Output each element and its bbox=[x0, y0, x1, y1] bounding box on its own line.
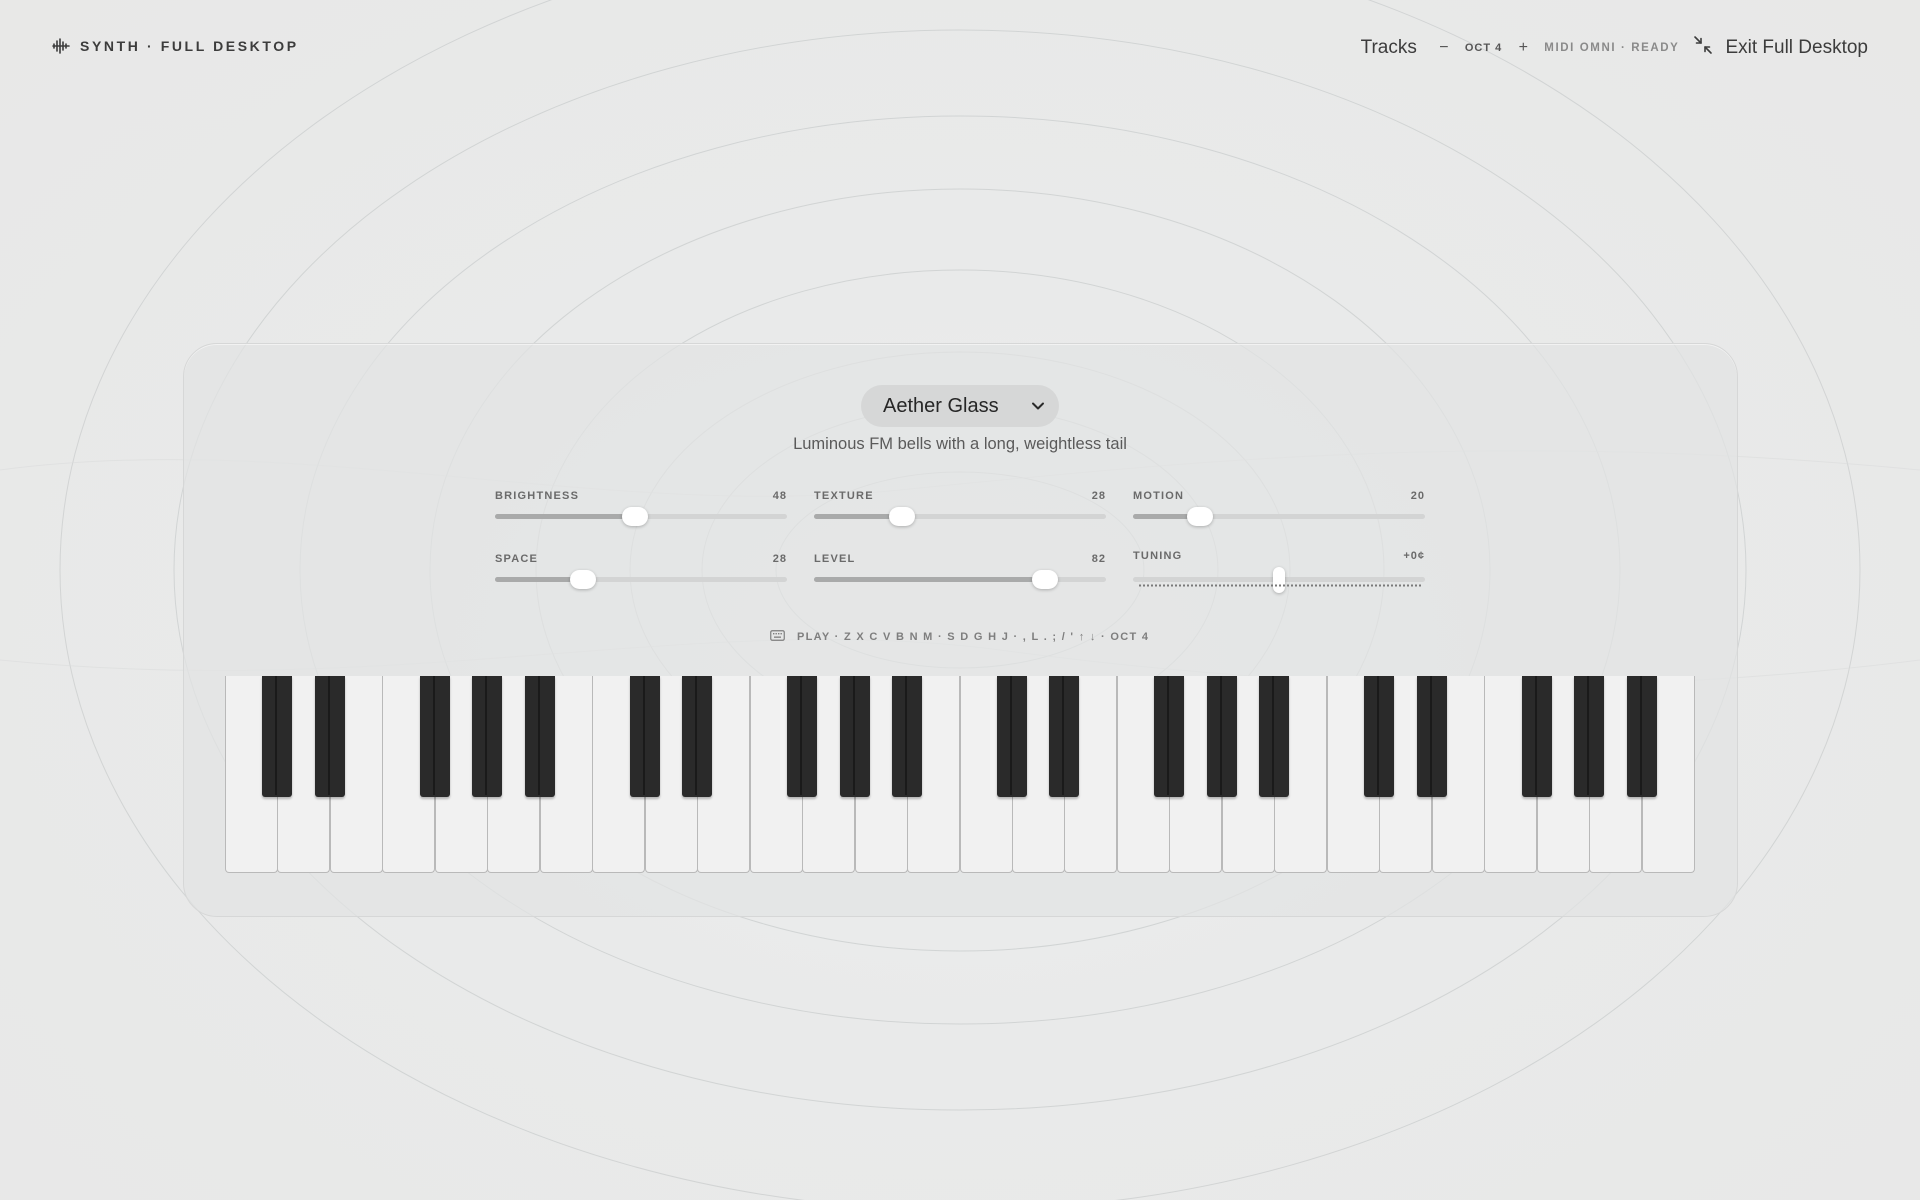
brand-title: SYNTH · FULL DESKTOP bbox=[80, 38, 299, 54]
brightness-label: BRIGHTNESS bbox=[495, 490, 580, 502]
space-control: SPACE 28 bbox=[495, 553, 787, 601]
midi-status: MIDI OMNI · READY bbox=[1544, 42, 1680, 54]
exit-label: Exit Full Desktop bbox=[1725, 37, 1868, 58]
black-key[interactable] bbox=[840, 676, 870, 797]
brightness-slider[interactable] bbox=[495, 507, 787, 526]
octave-up-button[interactable]: + bbox=[1514, 39, 1532, 57]
tuning-thumb[interactable] bbox=[1273, 567, 1285, 593]
black-key[interactable] bbox=[420, 676, 450, 797]
black-key[interactable] bbox=[787, 676, 817, 797]
black-key[interactable] bbox=[262, 676, 292, 797]
top-controls: Tracks − OCT 4 + MIDI OMNI · READY Exit … bbox=[1361, 30, 1868, 66]
tuning-value: +0¢ bbox=[1403, 550, 1425, 562]
level-value: 82 bbox=[1091, 553, 1106, 565]
octave-down-button[interactable]: − bbox=[1435, 39, 1453, 57]
tuning-scale bbox=[1139, 584, 1421, 587]
texture-control: TEXTURE 28 bbox=[814, 490, 1106, 538]
top-bar: SYNTH · FULL DESKTOP Tracks − OCT 4 + MI… bbox=[0, 0, 1920, 96]
texture-slider[interactable] bbox=[814, 507, 1106, 526]
black-key[interactable] bbox=[1259, 676, 1289, 797]
brightness-thumb[interactable] bbox=[622, 507, 648, 526]
exit-full-desktop-button[interactable]: Exit Full Desktop bbox=[1693, 35, 1868, 61]
level-label: LEVEL bbox=[814, 553, 856, 565]
black-key[interactable] bbox=[1364, 676, 1394, 797]
black-key[interactable] bbox=[315, 676, 345, 797]
motion-label: MOTION bbox=[1133, 490, 1185, 502]
preset-name: Aether Glass bbox=[883, 394, 999, 417]
level-slider[interactable] bbox=[814, 570, 1106, 589]
black-key[interactable] bbox=[997, 676, 1027, 797]
brightness-fill bbox=[495, 514, 635, 519]
motion-control: MOTION 20 bbox=[1133, 490, 1425, 538]
black-key[interactable] bbox=[1154, 676, 1184, 797]
black-key[interactable] bbox=[472, 676, 502, 797]
space-label: SPACE bbox=[495, 553, 539, 565]
black-key[interactable] bbox=[1627, 676, 1657, 797]
collapse-arrows-icon bbox=[1693, 35, 1713, 61]
black-key[interactable] bbox=[1417, 676, 1447, 797]
motion-slider[interactable] bbox=[1133, 507, 1425, 526]
level-thumb[interactable] bbox=[1032, 570, 1058, 589]
level-control: LEVEL 82 bbox=[814, 553, 1106, 601]
keyboard-icon bbox=[770, 630, 785, 644]
motion-thumb[interactable] bbox=[1187, 507, 1213, 526]
brand: SYNTH · FULL DESKTOP bbox=[52, 38, 299, 54]
tuning-slider[interactable] bbox=[1133, 567, 1425, 593]
tuning-label: TUNING bbox=[1133, 550, 1183, 562]
tracks-link[interactable]: Tracks bbox=[1361, 37, 1417, 59]
preset-description: Luminous FM bells with a long, weightles… bbox=[793, 435, 1127, 453]
waveform-icon bbox=[52, 38, 70, 54]
piano-keyboard bbox=[225, 676, 1695, 875]
black-key[interactable] bbox=[1522, 676, 1552, 797]
space-value: 28 bbox=[772, 553, 787, 565]
black-key[interactable] bbox=[525, 676, 555, 797]
space-thumb[interactable] bbox=[570, 570, 596, 589]
space-slider[interactable] bbox=[495, 570, 787, 589]
black-key[interactable] bbox=[1207, 676, 1237, 797]
texture-value: 28 bbox=[1091, 490, 1106, 502]
brightness-control: BRIGHTNESS 48 bbox=[495, 490, 787, 538]
preset-select[interactable]: Aether Glass bbox=[861, 385, 1059, 427]
keyboard-hint: PLAY · Z X C V B N M · S D G H J · , L .… bbox=[770, 630, 1149, 644]
motion-value: 20 bbox=[1410, 490, 1425, 502]
chevron-down-icon bbox=[1031, 399, 1045, 418]
texture-label: TEXTURE bbox=[814, 490, 874, 502]
tuning-control: TUNING +0¢ bbox=[1133, 550, 1425, 598]
black-key[interactable] bbox=[630, 676, 660, 797]
keyboard-hint-text: PLAY · Z X C V B N M · S D G H J · , L .… bbox=[797, 631, 1150, 643]
black-key[interactable] bbox=[682, 676, 712, 797]
texture-thumb[interactable] bbox=[889, 507, 915, 526]
level-fill bbox=[814, 577, 1045, 582]
synth-stage: SYNTH · FULL DESKTOP Tracks − OCT 4 + MI… bbox=[0, 0, 1920, 1200]
black-key[interactable] bbox=[1574, 676, 1604, 797]
black-key[interactable] bbox=[1049, 676, 1079, 797]
black-key[interactable] bbox=[892, 676, 922, 797]
brightness-value: 48 bbox=[772, 490, 787, 502]
octave-label: OCT 4 bbox=[1464, 42, 1503, 54]
